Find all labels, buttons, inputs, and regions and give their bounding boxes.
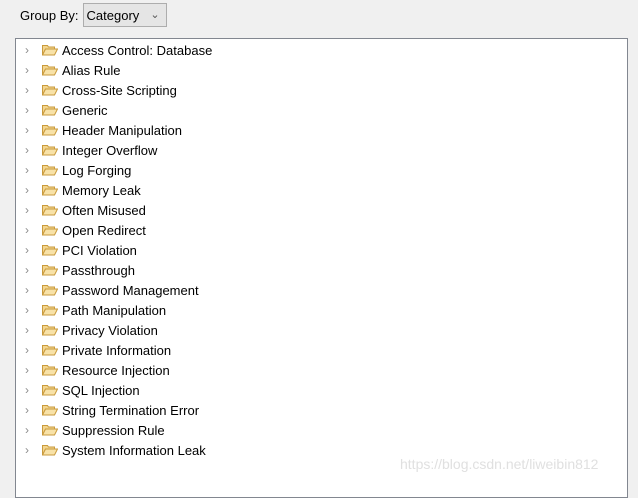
tree-item[interactable]: › SQL Injection bbox=[16, 380, 140, 400]
group-by-select[interactable]: Category ⌄ bbox=[82, 3, 167, 27]
tree-item[interactable]: › Passthrough bbox=[16, 260, 135, 280]
folder-open-icon bbox=[42, 164, 58, 176]
chevron-right-icon[interactable]: › bbox=[22, 383, 32, 397]
folder-open-icon bbox=[42, 64, 58, 76]
folder-open-icon bbox=[42, 424, 58, 436]
folder-open-icon bbox=[42, 364, 58, 376]
chevron-right-icon[interactable]: › bbox=[22, 63, 32, 77]
tree-item[interactable]: › String Termination Error bbox=[16, 400, 199, 420]
folder-open-icon bbox=[42, 184, 58, 196]
folder-open-icon bbox=[42, 324, 58, 336]
chevron-right-icon[interactable]: › bbox=[22, 343, 32, 357]
tree-item-label: Path Manipulation bbox=[62, 302, 167, 318]
tree-item-label: Often Misused bbox=[62, 202, 146, 218]
tree-item[interactable]: › Cross-Site Scripting bbox=[16, 80, 177, 100]
group-by-value: Category bbox=[86, 7, 140, 23]
tree-item-label: Resource Injection bbox=[62, 362, 170, 378]
folder-open-icon bbox=[42, 444, 58, 456]
chevron-right-icon[interactable]: › bbox=[22, 43, 32, 57]
chevron-right-icon[interactable]: › bbox=[22, 203, 32, 217]
chevron-right-icon[interactable]: › bbox=[22, 143, 32, 157]
tree-item[interactable]: › Generic bbox=[16, 100, 108, 120]
chevron-right-icon[interactable]: › bbox=[22, 403, 32, 417]
tree-item[interactable]: › Header Manipulation bbox=[16, 120, 182, 140]
folder-open-icon bbox=[42, 224, 58, 236]
chevron-right-icon[interactable]: › bbox=[22, 263, 32, 277]
chevron-right-icon[interactable]: › bbox=[22, 243, 32, 257]
watermark: https://blog.csdn.net/liweibin812 bbox=[400, 456, 599, 472]
folder-open-icon bbox=[42, 84, 58, 96]
tree-item[interactable]: › Suppression Rule bbox=[16, 420, 165, 440]
chevron-right-icon[interactable]: › bbox=[22, 363, 32, 377]
tree-item-label: String Termination Error bbox=[62, 402, 200, 418]
chevron-right-icon[interactable]: › bbox=[22, 223, 32, 237]
tree-item[interactable]: › Integer Overflow bbox=[16, 140, 157, 160]
tree-item-label: Cross-Site Scripting bbox=[62, 82, 177, 98]
folder-open-icon bbox=[42, 144, 58, 156]
tree-item[interactable]: › Privacy Violation bbox=[16, 320, 158, 340]
tree-item-label: Header Manipulation bbox=[62, 122, 182, 138]
tree-item-label: Privacy Violation bbox=[62, 322, 158, 338]
tree-item-label: Password Management bbox=[62, 282, 199, 298]
chevron-right-icon[interactable]: › bbox=[22, 443, 32, 457]
tree-item-label: Private Information bbox=[62, 342, 172, 358]
tree-item-label: SQL Injection bbox=[62, 382, 140, 398]
folder-open-icon bbox=[42, 124, 58, 136]
tree-item[interactable]: › Access Control: Database bbox=[16, 40, 212, 60]
folder-open-icon bbox=[42, 284, 58, 296]
chevron-right-icon[interactable]: › bbox=[22, 103, 32, 117]
tree-item[interactable]: › Log Forging bbox=[16, 160, 131, 180]
tree-item-label: System Information Leak bbox=[62, 442, 206, 458]
folder-open-icon bbox=[42, 264, 58, 276]
tree-item-label: Generic bbox=[62, 102, 108, 118]
tree-item[interactable]: › PCI Violation bbox=[16, 240, 137, 260]
chevron-right-icon[interactable]: › bbox=[22, 423, 32, 437]
group-by-control: Group By: Category ⌄ bbox=[20, 3, 167, 27]
tree-item[interactable]: › Often Misused bbox=[16, 200, 146, 220]
tree-item[interactable]: › Private Information bbox=[16, 340, 171, 360]
chevron-right-icon[interactable]: › bbox=[22, 183, 32, 197]
tree-item-label: Memory Leak bbox=[62, 182, 141, 198]
category-tree[interactable]: › Access Control: Database › Alias Rule › Cro… bbox=[15, 38, 628, 498]
chevron-right-icon[interactable]: › bbox=[22, 303, 32, 317]
chevron-right-icon[interactable]: › bbox=[22, 283, 32, 297]
folder-open-icon bbox=[42, 44, 58, 56]
tree-item-label: Alias Rule bbox=[62, 62, 121, 78]
chevron-down-icon: ⌄ bbox=[150, 9, 160, 21]
tree-item[interactable]: › Alias Rule bbox=[16, 60, 121, 80]
tree-item-label: Suppression Rule bbox=[62, 422, 165, 438]
chevron-right-icon[interactable]: › bbox=[22, 123, 32, 137]
chevron-right-icon[interactable]: › bbox=[22, 323, 32, 337]
tree-item-label: Log Forging bbox=[62, 162, 132, 178]
folder-open-icon bbox=[42, 204, 58, 216]
tree-item[interactable]: › Resource Injection bbox=[16, 360, 170, 380]
tree-item[interactable]: › Password Management bbox=[16, 280, 199, 300]
tree-item[interactable]: › System Information Leak bbox=[16, 440, 206, 460]
group-by-label: Group By: bbox=[20, 7, 79, 23]
tree-item-label: Passthrough bbox=[62, 262, 135, 278]
folder-open-icon bbox=[42, 304, 58, 316]
tree-item-label: Integer Overflow bbox=[62, 142, 158, 158]
tree-item[interactable]: › Open Redirect bbox=[16, 220, 146, 240]
folder-open-icon bbox=[42, 104, 58, 116]
folder-open-icon bbox=[42, 384, 58, 396]
folder-open-icon bbox=[42, 244, 58, 256]
tree-item-label: Open Redirect bbox=[62, 222, 146, 238]
chevron-right-icon[interactable]: › bbox=[22, 83, 32, 97]
tree-item-label: PCI Violation bbox=[62, 242, 137, 258]
folder-open-icon bbox=[42, 404, 58, 416]
chevron-right-icon[interactable]: › bbox=[22, 163, 32, 177]
tree-item-label: Access Control: Database bbox=[62, 42, 213, 58]
folder-open-icon bbox=[42, 344, 58, 356]
tree-item[interactable]: › Memory Leak bbox=[16, 180, 141, 200]
tree-item[interactable]: › Path Manipulation bbox=[16, 300, 166, 320]
